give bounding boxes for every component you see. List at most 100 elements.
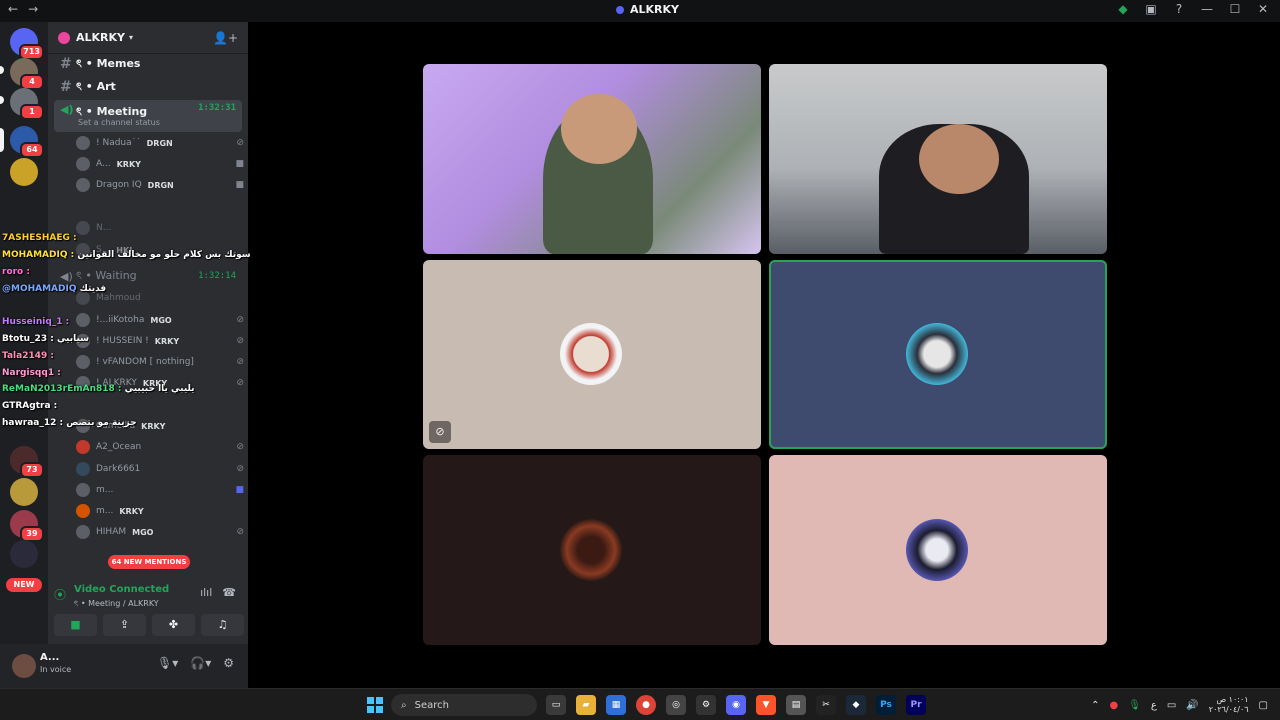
voice-user-name: Dragon IQ	[96, 180, 142, 190]
voice-channel-meeting[interactable]: ◀) ৎ • Meeting 1:32:31 Set a channel sta…	[54, 100, 242, 132]
mic-muted-icon: ⊘	[236, 357, 244, 367]
brave-icon[interactable]: ▼	[756, 695, 776, 715]
user-status: In voice	[40, 665, 72, 674]
connection-status[interactable]: Video Connected	[74, 584, 169, 595]
network-icon[interactable]: ▭	[1167, 700, 1176, 711]
avatar	[76, 178, 90, 192]
disconnect-icon[interactable]: ☎	[222, 586, 236, 599]
server-icon[interactable]: 1	[10, 88, 44, 120]
nav-buttons: ← →	[8, 2, 38, 16]
windows-taskbar: ⌕ Search ▭ ▰ ▦ ● ◎ ⚙ ◉ ▼ ▤ ✂ ◆ Ps Pr ⌃ ●…	[0, 688, 1280, 720]
server-icon[interactable]: 64	[10, 126, 44, 158]
clan-tag: KRKY	[119, 506, 144, 516]
voice-user[interactable]: m... ■	[76, 480, 244, 500]
new-servers-pill[interactable]: NEW	[6, 578, 42, 592]
noise-suppression-icon[interactable]: ılıl	[200, 586, 212, 599]
steam-settings-icon[interactable]: ⚙	[696, 695, 716, 715]
connection-channel[interactable]: ৎ • Meeting / ALKRKY	[74, 598, 159, 611]
recorder-icon[interactable]: ◎	[666, 695, 686, 715]
notification-icon[interactable]: ▢	[1259, 700, 1268, 711]
participant-tile[interactable]	[423, 455, 761, 645]
voice-user[interactable]: A... KRKY ■	[76, 154, 244, 174]
forward-button[interactable]: →	[28, 2, 38, 16]
voice-user[interactable]: Dragon IQ DRGN ■	[76, 175, 244, 195]
screen-share-button[interactable]: ⇪	[103, 614, 146, 636]
camera-button[interactable]: ■	[54, 614, 97, 636]
channel-status[interactable]: Set a channel status	[78, 118, 160, 127]
store-icon[interactable]: ▦	[606, 695, 626, 715]
voice-user[interactable]: N...	[76, 218, 244, 238]
help-icon[interactable]: ?	[1172, 2, 1186, 16]
mic-muted-icon: ⊘	[236, 378, 244, 388]
photoshop-icon[interactable]: Ps	[876, 695, 896, 715]
clock[interactable]: ١٠:٠١ ص ٢٠٢٦/٠٤/٠٦	[1209, 695, 1249, 715]
minimize-button[interactable]: —	[1200, 2, 1214, 16]
clan-tag: KRKY	[116, 159, 141, 169]
volume-icon[interactable]: 🔊	[1186, 700, 1198, 711]
maximize-button[interactable]: ☐	[1228, 2, 1242, 16]
server-badge-icon	[58, 31, 70, 44]
server-icon[interactable]	[10, 478, 38, 506]
participant-tile[interactable]	[769, 260, 1107, 449]
channel-memes[interactable]: # ৎ • Memes	[54, 54, 242, 74]
participant-tile[interactable]: ⊘	[423, 260, 761, 449]
server-icon[interactable]	[10, 540, 38, 568]
voice-user[interactable]: S... HKI	[76, 240, 244, 260]
server-icon[interactable]: 73	[10, 446, 44, 478]
voice-user[interactable]: m... KRKY	[76, 501, 244, 521]
invite-people-icon[interactable]: 👤+	[213, 31, 238, 45]
voice-user[interactable]: Dark6661 ⊘	[76, 459, 244, 479]
language-indicator[interactable]: ع	[1151, 700, 1157, 711]
chevron-up-icon[interactable]: ⌃	[1091, 700, 1099, 711]
signal-icon[interactable]: ⦿	[54, 586, 66, 603]
video-tile[interactable]	[423, 64, 761, 254]
voice-channel-waiting[interactable]: ◀) ৎ • Waiting 1:32:14	[54, 266, 242, 286]
video-tile[interactable]	[769, 64, 1107, 254]
app-tray-icon[interactable]: ●	[1109, 700, 1118, 711]
activities-button[interactable]: ✤	[152, 614, 195, 636]
server-header[interactable]: ALKRKY ▾ 👤+	[48, 22, 248, 54]
start-button[interactable]	[367, 697, 383, 713]
task-view-icon[interactable]: ▭	[546, 695, 566, 715]
headphones-icon[interactable]: 🎧▾	[190, 656, 211, 670]
steam-icon[interactable]: ◆	[846, 695, 866, 715]
back-button[interactable]: ←	[8, 2, 18, 16]
premiere-icon[interactable]: Pr	[906, 695, 926, 715]
discord-icon	[616, 5, 624, 14]
chrome-icon[interactable]: ●	[636, 695, 656, 715]
voice-user[interactable]: !...iiKotoha MGO ⊘	[76, 310, 244, 330]
nitro-icon[interactable]: ◆	[1116, 2, 1130, 16]
new-mentions-pill[interactable]: 64 NEW MENTIONS	[108, 555, 190, 569]
capcut-icon[interactable]: ✂	[816, 695, 836, 715]
notepad-icon[interactable]: ▤	[786, 695, 806, 715]
server-icon[interactable]: 39	[10, 510, 44, 542]
voice-user[interactable]: ! ALKRKY KRKY ⊘	[76, 373, 244, 393]
activity-icon: ■	[235, 485, 244, 495]
voice-user[interactable]: Camellia KRKY	[76, 416, 244, 436]
microphone-icon[interactable]: 🎙	[1128, 700, 1141, 711]
voice-user[interactable]: Mahmoud	[76, 288, 244, 308]
voice-user[interactable]: HIHAM MGO ⊘	[76, 522, 244, 542]
voice-user[interactable]: ! HUSSEIN ! KRKY ⊘	[76, 331, 244, 351]
avatar	[76, 157, 90, 171]
voice-user[interactable]: A2_Ocean ⊘	[76, 437, 244, 457]
voice-user[interactable]: ! Nadua˙˙ DRGN ⊘	[76, 133, 244, 153]
channel-art[interactable]: # ৎ • Art	[54, 77, 242, 97]
inbox-icon[interactable]: ▣	[1144, 2, 1158, 16]
gear-icon[interactable]: ⚙	[223, 656, 234, 670]
avatar[interactable]	[12, 654, 36, 678]
server-icon[interactable]: 4	[10, 58, 44, 90]
participant-tile[interactable]	[769, 455, 1107, 645]
microphone-icon[interactable]: 🎙▾	[157, 656, 178, 670]
server-icon[interactable]	[10, 158, 38, 186]
close-button[interactable]: ✕	[1256, 2, 1270, 16]
discord-icon[interactable]: ◉	[726, 695, 746, 715]
mic-muted-icon: ⊘	[236, 336, 244, 346]
voice-user-name: ! ALKRKY	[96, 378, 137, 388]
search-box[interactable]: ⌕ Search	[391, 694, 537, 716]
channel-timer: 1:32:31	[198, 103, 236, 113]
soundboard-button[interactable]: ♫	[201, 614, 244, 636]
direct-messages-icon[interactable]: 713	[10, 28, 44, 60]
voice-user[interactable]: ! vFANDOM [ nothing] ⊘	[76, 352, 244, 372]
file-explorer-icon[interactable]: ▰	[576, 695, 596, 715]
